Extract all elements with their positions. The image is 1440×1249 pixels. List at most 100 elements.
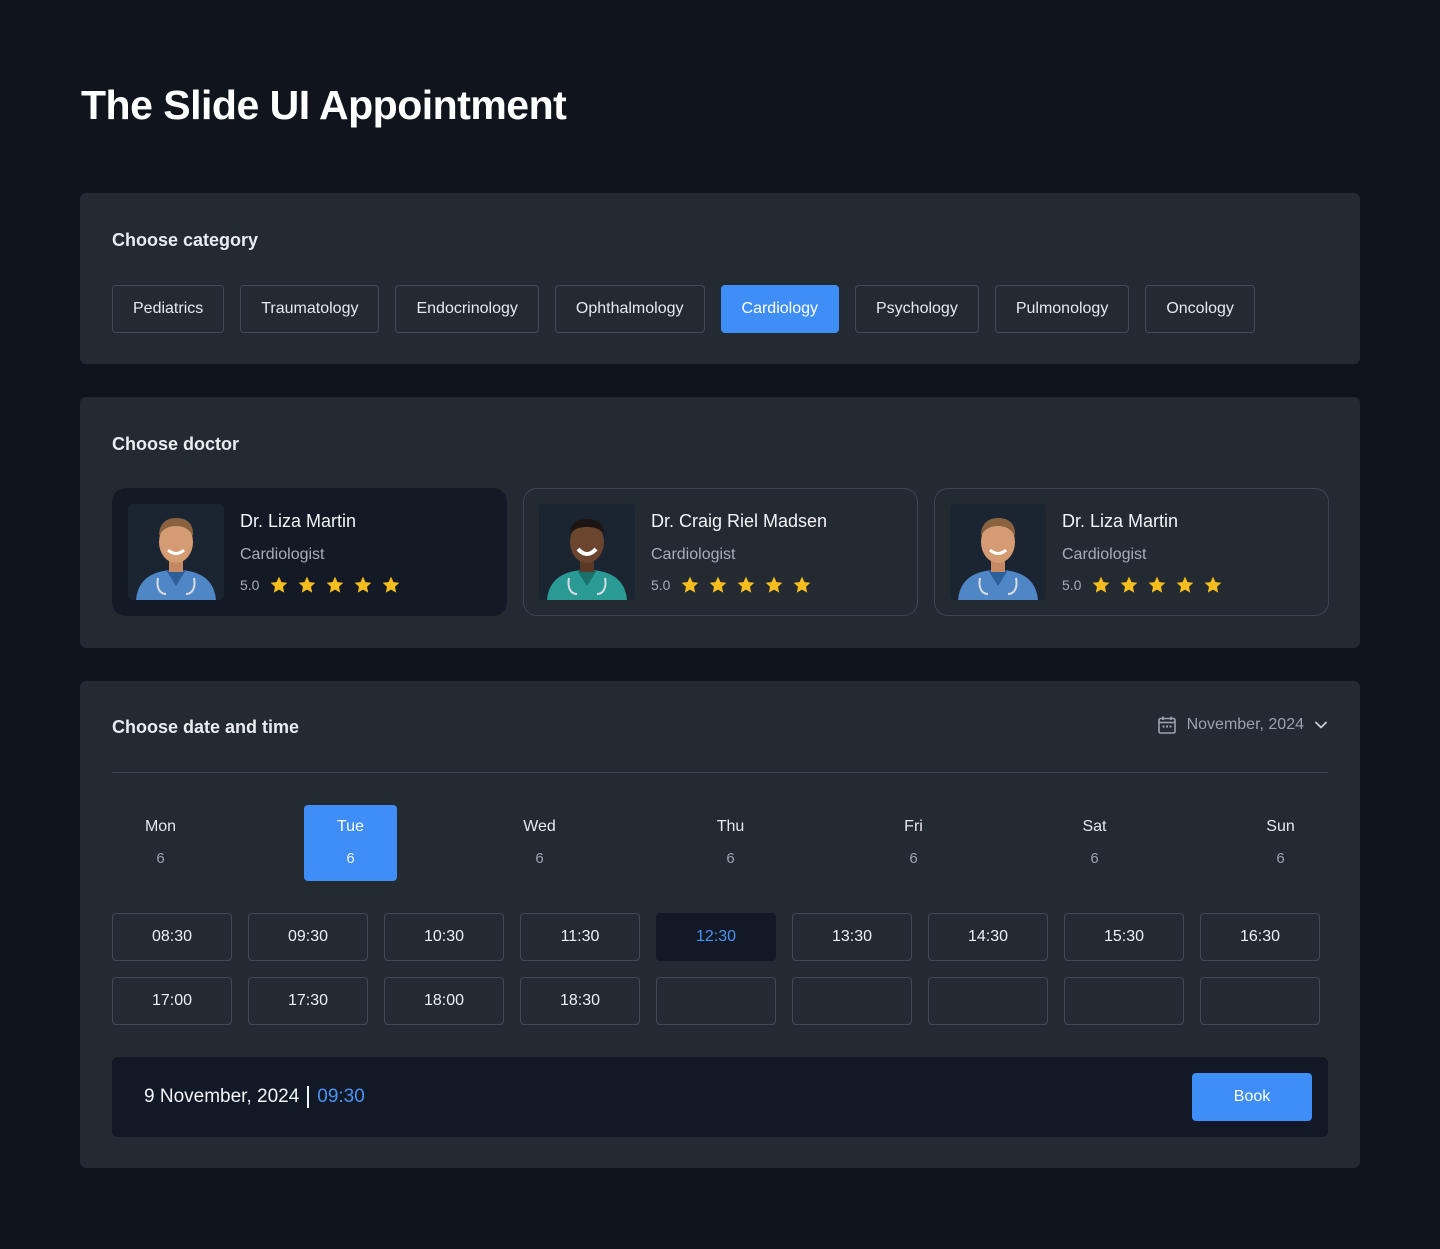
day-thu[interactable]: Thu 6 bbox=[684, 805, 777, 881]
day-number: 6 bbox=[726, 850, 735, 867]
time-slot[interactable]: 15:30 bbox=[1064, 913, 1184, 961]
time-slot-empty[interactable] bbox=[1200, 977, 1320, 1025]
day-number: 6 bbox=[535, 850, 544, 867]
day-number: 6 bbox=[1276, 850, 1285, 867]
doctor-rating: 5.0 bbox=[651, 575, 820, 595]
day-name: Fri bbox=[904, 818, 923, 835]
star-icon bbox=[271, 576, 288, 593]
star-icon bbox=[355, 576, 372, 593]
star-icon bbox=[738, 576, 755, 593]
time-slot-grid: 08:30 09:30 10:30 11:30 12:30 13:30 14:3… bbox=[112, 913, 1328, 1025]
doctor-avatar bbox=[128, 504, 224, 600]
category-psychology[interactable]: Psychology bbox=[855, 285, 979, 333]
doctor-title: Choose doctor bbox=[112, 434, 240, 454]
time-slot-empty[interactable] bbox=[656, 977, 776, 1025]
doctor-specialty: Cardiologist bbox=[1062, 546, 1147, 563]
doctor-rating: 5.0 bbox=[1062, 575, 1231, 595]
doctor-card[interactable]: Dr. Liza Martin Cardiologist 5.0 bbox=[112, 488, 507, 616]
doctor-avatar bbox=[539, 504, 635, 600]
booking-time: 09:30 bbox=[317, 1086, 365, 1107]
day-wed[interactable]: Wed 6 bbox=[493, 805, 586, 881]
doctor-panel: Choose doctor Dr. Liza Martin Cardiologi… bbox=[80, 397, 1360, 648]
rating-value: 5.0 bbox=[1062, 577, 1082, 593]
day-name: Sat bbox=[1082, 818, 1107, 835]
day-name: Tue bbox=[337, 818, 364, 835]
chevron-down-icon bbox=[1315, 721, 1327, 729]
doctor-card[interactable]: Dr. Craig Riel Madsen Cardiologist 5.0 bbox=[523, 488, 918, 616]
doctor-rating: 5.0 bbox=[240, 575, 409, 595]
star-icon bbox=[1093, 576, 1110, 593]
time-slot-selected[interactable]: 12:30 bbox=[656, 913, 776, 961]
time-slot-empty[interactable] bbox=[1064, 977, 1184, 1025]
star-icon bbox=[299, 576, 316, 593]
doctor-avatar bbox=[950, 504, 1046, 600]
time-slot[interactable]: 18:00 bbox=[384, 977, 504, 1025]
star-icon bbox=[1205, 576, 1222, 593]
day-number: 6 bbox=[909, 850, 918, 867]
day-tue[interactable]: Tue 6 bbox=[304, 805, 397, 881]
star-icon bbox=[1149, 576, 1166, 593]
category-endocrinology[interactable]: Endocrinology bbox=[395, 285, 539, 333]
time-slot[interactable]: 11:30 bbox=[520, 913, 640, 961]
category-list: Pediatrics Traumatology Endocrinology Op… bbox=[112, 285, 1255, 333]
time-slot[interactable]: 17:00 bbox=[112, 977, 232, 1025]
time-slot[interactable]: 14:30 bbox=[928, 913, 1048, 961]
star-icon bbox=[766, 576, 783, 593]
day-sat[interactable]: Sat 6 bbox=[1048, 805, 1141, 881]
time-slot[interactable]: 16:30 bbox=[1200, 913, 1320, 961]
category-title: Choose category bbox=[112, 230, 259, 250]
calendar-icon bbox=[1157, 716, 1176, 734]
category-ophthalmology[interactable]: Ophthalmology bbox=[554, 285, 705, 333]
time-slot[interactable]: 09:30 bbox=[248, 913, 368, 961]
star-icon bbox=[710, 576, 727, 593]
doctor-list: Dr. Liza Martin Cardiologist 5.0 Dr. Cra… bbox=[112, 488, 1329, 616]
category-oncology[interactable]: Oncology bbox=[1145, 285, 1255, 333]
category-pediatrics[interactable]: Pediatrics bbox=[112, 285, 225, 333]
doctor-name: Dr. Craig Riel Madsen bbox=[651, 511, 828, 531]
doctor-specialty: Cardiologist bbox=[240, 546, 325, 563]
category-cardiology[interactable]: Cardiology bbox=[720, 285, 839, 333]
month-label: November, 2024 bbox=[1186, 716, 1304, 733]
book-button[interactable]: Book bbox=[1192, 1073, 1312, 1121]
star-icon bbox=[327, 576, 344, 593]
time-slot-empty[interactable] bbox=[792, 977, 912, 1025]
day-number: 6 bbox=[1090, 850, 1099, 867]
star-icon bbox=[1177, 576, 1194, 593]
time-slot[interactable]: 18:30 bbox=[520, 977, 640, 1025]
star-icon bbox=[794, 576, 811, 593]
rating-value: 5.0 bbox=[651, 577, 671, 593]
time-slot[interactable]: 10:30 bbox=[384, 913, 504, 961]
month-dropdown[interactable]: November, 2024 bbox=[1157, 715, 1328, 735]
day-fri[interactable]: Fri 6 bbox=[867, 805, 960, 881]
day-number: 6 bbox=[346, 850, 355, 867]
time-slot-empty[interactable] bbox=[928, 977, 1048, 1025]
booking-datetime: 9 November, 2024 09:30 bbox=[144, 1086, 365, 1108]
time-slot[interactable]: 13:30 bbox=[792, 913, 912, 961]
page-title: The Slide UI Appointment bbox=[81, 82, 567, 128]
divider bbox=[112, 772, 1328, 773]
day-name: Sun bbox=[1266, 818, 1295, 835]
category-traumatology[interactable]: Traumatology bbox=[240, 285, 380, 333]
star-icon bbox=[1121, 576, 1138, 593]
category-pulmonology[interactable]: Pulmonology bbox=[994, 285, 1130, 333]
day-name: Wed bbox=[523, 818, 556, 835]
day-mon[interactable]: Mon 6 bbox=[114, 805, 207, 881]
doctor-name: Dr. Liza Martin bbox=[240, 511, 357, 531]
booking-date: 9 November, 2024 bbox=[144, 1086, 300, 1107]
category-panel: Choose category Pediatrics Traumatology … bbox=[80, 193, 1360, 364]
day-name: Thu bbox=[716, 818, 745, 835]
doctor-name: Dr. Liza Martin bbox=[1062, 511, 1179, 531]
time-slot[interactable]: 17:30 bbox=[248, 977, 368, 1025]
datetime-title: Choose date and time bbox=[112, 717, 300, 737]
day-sun[interactable]: Sun 6 bbox=[1234, 805, 1327, 881]
day-name: Mon bbox=[144, 818, 177, 835]
star-icon bbox=[682, 576, 699, 593]
doctor-card[interactable]: Dr. Liza Martin Cardiologist 5.0 bbox=[934, 488, 1329, 616]
time-slot[interactable]: 08:30 bbox=[112, 913, 232, 961]
star-icon bbox=[383, 576, 400, 593]
day-number: 6 bbox=[156, 850, 165, 867]
datetime-panel: Choose date and time November, 2024 Mon … bbox=[80, 681, 1360, 1168]
separator bbox=[307, 1086, 310, 1108]
booking-summary: 9 November, 2024 09:30 Book bbox=[112, 1057, 1328, 1137]
rating-value: 5.0 bbox=[240, 577, 260, 593]
